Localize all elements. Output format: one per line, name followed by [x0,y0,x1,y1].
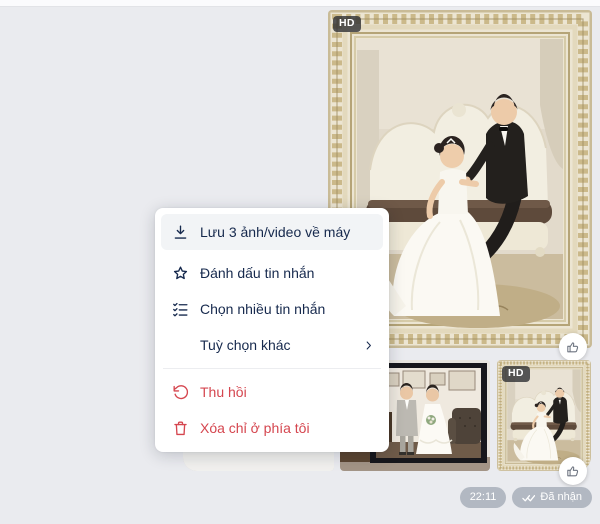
thumbs-up-icon [565,339,581,355]
context-menu: Lưu 3 ảnh/video về máy Đánh dấu tin nhắn… [155,208,389,452]
empty-icon-spacer [170,335,190,355]
receipt-label: Đã nhận [540,491,582,503]
trash-icon [170,418,190,438]
hd-badge: HD [502,366,530,382]
message-status-row: 22:11 Đã nhận [459,487,592,508]
timestamp: 22:11 [469,491,497,503]
window-top-strip [0,0,600,7]
menu-item-recall[interactable]: Thu hồi [161,374,383,410]
menu-item-more-options[interactable]: Tuỳ chọn khác [161,327,383,363]
hd-badge: HD [333,16,361,32]
chevron-right-icon [362,339,375,352]
like-button[interactable] [559,457,587,485]
menu-item-label: Xóa chỉ ở phía tôi [200,420,310,436]
timestamp-pill: 22:11 [459,487,507,508]
menu-item-label: Tuỳ chọn khác [200,337,291,353]
undo-icon [170,382,190,402]
menu-item-select-multiple[interactable]: Chọn nhiều tin nhắn [161,291,383,327]
double-check-icon [522,494,536,501]
receipt-pill: Đã nhận [512,487,592,508]
menu-item-label: Thu hồi [200,384,247,400]
thumbs-up-icon [565,463,581,479]
menu-item-save-photos[interactable]: Lưu 3 ảnh/video về máy [161,214,383,250]
menu-item-label: Lưu 3 ảnh/video về máy [200,224,351,240]
menu-item-label: Chọn nhiều tin nhắn [200,301,326,317]
checklist-icon [170,299,190,319]
download-icon [170,222,190,242]
star-icon [170,263,190,283]
menu-item-delete-my-side[interactable]: Xóa chỉ ở phía tôi [161,410,383,446]
like-button[interactable] [559,333,587,361]
menu-item-label: Đánh dấu tin nhắn [200,265,315,281]
message-photo-thumbnail-3[interactable]: HD [497,360,591,471]
menu-item-mark-message[interactable]: Đánh dấu tin nhắn [161,255,383,291]
chat-screen: HD HD 22:11 Đã nhận Lưu 3 ảnh/video về m… [0,0,600,524]
menu-divider [163,368,381,369]
